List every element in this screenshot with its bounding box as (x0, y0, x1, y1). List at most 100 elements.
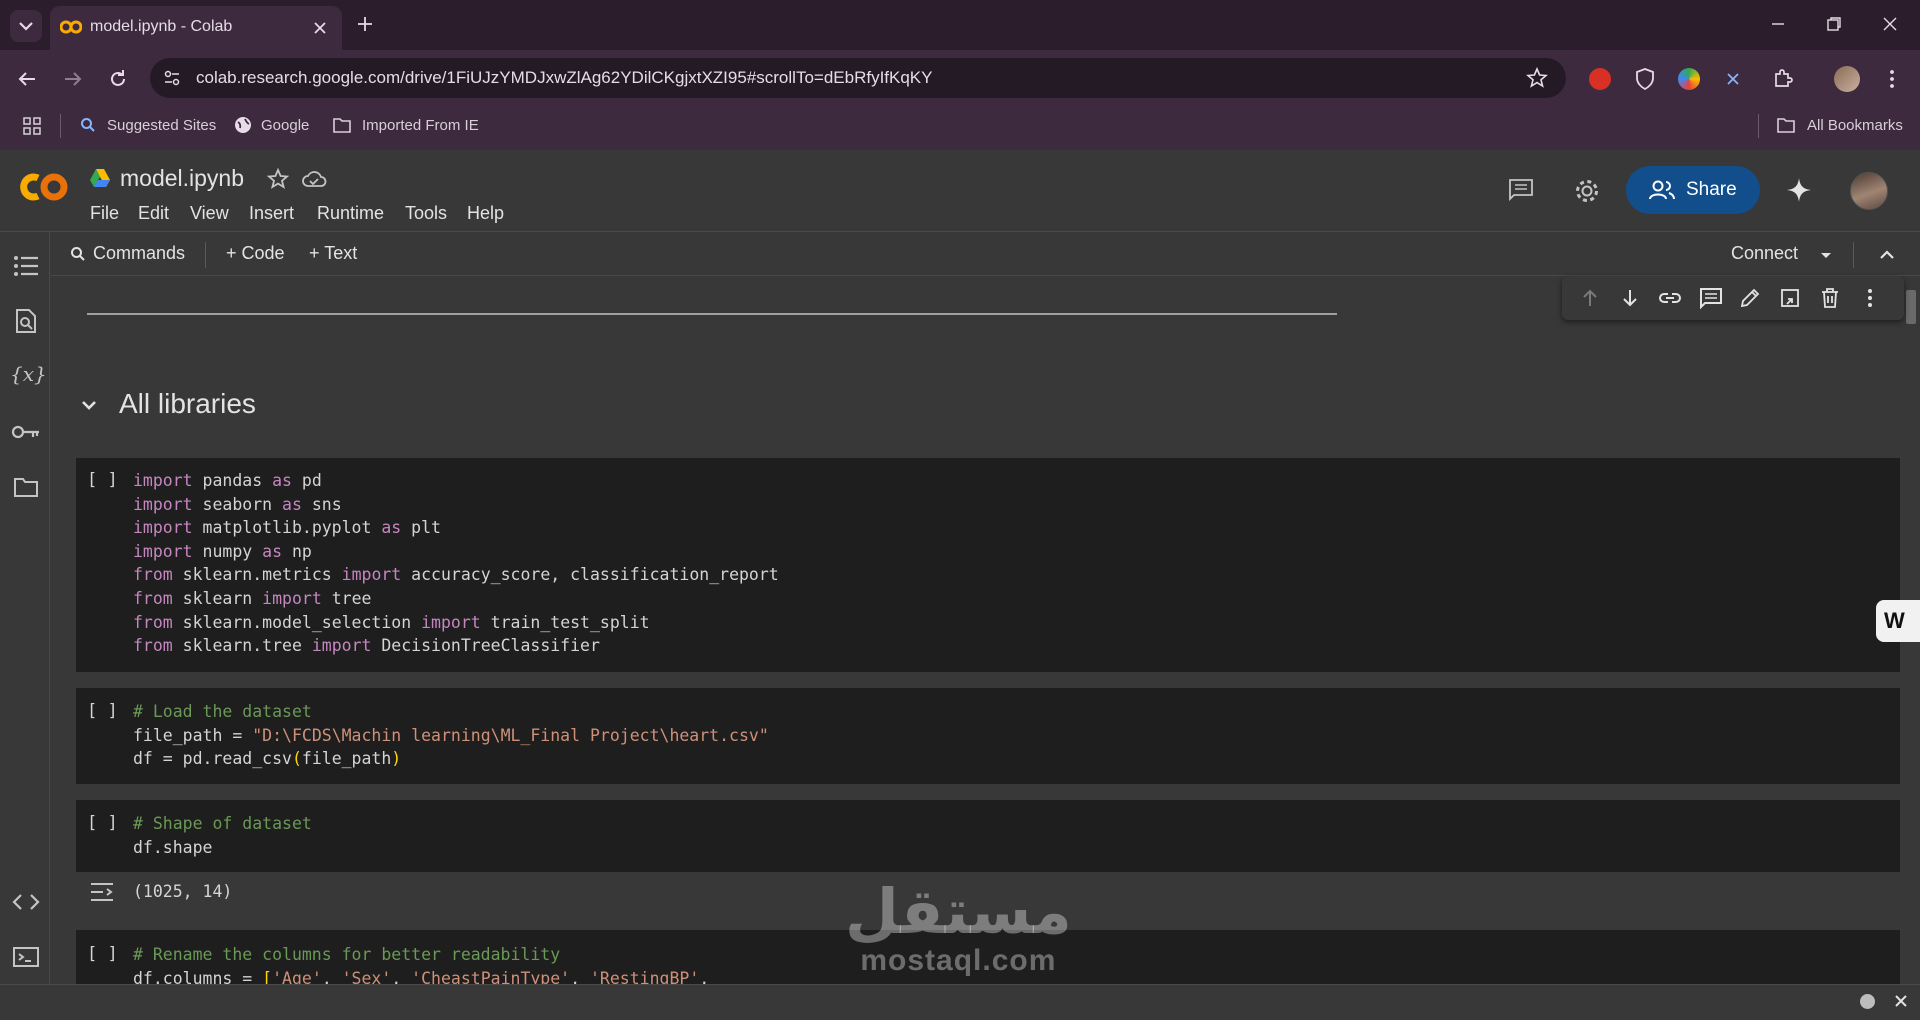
shield-icon[interactable] (1634, 67, 1656, 91)
all-bookmarks[interactable]: All Bookmarks (1807, 117, 1903, 134)
minimize-icon[interactable] (1768, 14, 1788, 34)
bookmark-suggested-sites[interactable]: Suggested Sites (107, 117, 216, 134)
menu-tools[interactable]: Tools (405, 203, 447, 224)
left-sidebar (0, 232, 50, 984)
mirror-cell-icon[interactable] (1779, 287, 1801, 309)
secrets-key-icon[interactable] (11, 423, 41, 441)
watermark: مستقل mostaql.com (845, 880, 1072, 978)
bookmark-google[interactable]: Google (261, 117, 309, 134)
code-editor[interactable]: # Load the dataset file_path = "D:\FCDS\… (133, 700, 769, 771)
table-of-contents-icon[interactable] (13, 255, 39, 277)
connect-button[interactable]: Connect (1731, 243, 1798, 264)
code-editor[interactable]: # Rename the columns for better readabil… (133, 943, 709, 984)
restore-icon[interactable] (1824, 14, 1844, 34)
more-options-icon[interactable] (1865, 287, 1875, 309)
tab-search-button[interactable] (10, 10, 42, 42)
menu-edit[interactable]: Edit (138, 203, 169, 224)
status-bar (0, 984, 1920, 1020)
close-status-icon[interactable] (1893, 993, 1909, 1009)
files-folder-icon[interactable] (13, 476, 39, 498)
reload-icon[interactable] (107, 68, 129, 90)
bookmarks-divider (60, 114, 61, 138)
output-toggle-icon[interactable] (89, 881, 115, 903)
browser-tab[interactable]: model.ipynb - Colab (50, 6, 342, 50)
forward-icon[interactable] (62, 68, 84, 90)
colab-logo-icon (20, 173, 68, 201)
menu-view[interactable]: View (190, 203, 229, 224)
comments-icon[interactable] (1508, 178, 1534, 202)
share-label: Share (1686, 179, 1737, 200)
bookmark-imported-from-ie[interactable]: Imported From IE (362, 117, 479, 134)
run-cell-marker[interactable]: [ ] (87, 813, 118, 833)
extension-x-icon[interactable] (1724, 70, 1742, 88)
menu-file[interactable]: File (90, 203, 119, 224)
scrollbar-thumb[interactable] (1906, 290, 1916, 324)
menu-help[interactable]: Help (467, 203, 504, 224)
share-button[interactable]: Share (1626, 166, 1760, 214)
folder-icon (1777, 118, 1795, 133)
colab-logo[interactable] (16, 168, 70, 206)
run-cell-marker[interactable]: [ ] (87, 470, 118, 490)
add-text-button[interactable]: + Text (309, 243, 357, 264)
code-editor[interactable]: # Shape of dataset df.shape (133, 812, 312, 859)
browser-menu-icon[interactable] (1882, 68, 1902, 90)
close-tab-icon[interactable] (310, 18, 330, 38)
chevron-down-icon (19, 22, 33, 31)
code-editor[interactable]: import pandas as pd import seaborn as sn… (133, 469, 779, 658)
code-snippets-icon[interactable] (12, 892, 40, 912)
site-info-icon[interactable] (162, 68, 182, 88)
cloud-saved-icon[interactable] (301, 169, 327, 189)
people-icon (1649, 180, 1675, 200)
google-drive-icon (90, 169, 110, 187)
command-divider (205, 242, 206, 268)
find-icon[interactable] (14, 308, 38, 334)
comment-icon[interactable] (1699, 287, 1723, 309)
search-icon (71, 247, 85, 261)
horizontal-rule (87, 313, 1337, 315)
bookmarks-divider (1758, 114, 1759, 138)
extension-red-icon[interactable] (1589, 68, 1611, 90)
extensions-puzzle-icon[interactable] (1771, 67, 1795, 91)
back-icon[interactable] (16, 68, 38, 90)
menu-insert[interactable]: Insert (249, 203, 294, 224)
code-cell[interactable] (76, 800, 1900, 872)
colab-favicon-icon (60, 20, 82, 34)
notebook-title[interactable]: model.ipynb (120, 165, 244, 192)
new-tab-icon[interactable] (355, 14, 375, 34)
delete-trash-icon[interactable] (1820, 287, 1840, 309)
tab-title: model.ipynb - Colab (90, 18, 233, 35)
bookmark-star-icon[interactable] (1526, 67, 1548, 89)
address-bar[interactable]: colab.research.google.com/drive/1FiUJzYM… (150, 58, 1566, 98)
terminal-icon[interactable] (12, 946, 40, 968)
apps-grid-icon[interactable] (22, 116, 42, 136)
menu-runtime[interactable]: Runtime (317, 203, 384, 224)
collapse-header-icon[interactable] (1876, 244, 1898, 266)
status-indicator-icon (1860, 994, 1875, 1009)
star-icon[interactable] (267, 168, 289, 190)
run-cell-marker[interactable]: [ ] (87, 944, 118, 964)
gemini-sparkle-icon[interactable] (1786, 177, 1812, 203)
move-cell-up-icon[interactable] (1579, 287, 1601, 309)
user-avatar[interactable] (1850, 172, 1888, 210)
globe-icon (235, 117, 251, 133)
add-code-button[interactable]: + Code (226, 243, 285, 264)
command-divider (1853, 242, 1854, 268)
folder-icon (333, 118, 351, 133)
variables-icon[interactable]: {x} (10, 362, 47, 386)
close-window-icon[interactable] (1880, 14, 1900, 34)
url-text: colab.research.google.com/drive/1FiUJzYM… (196, 68, 933, 87)
commands-button[interactable]: Commands (93, 243, 185, 264)
connect-dropdown-icon[interactable] (1816, 245, 1836, 265)
link-icon[interactable] (1658, 287, 1682, 309)
watermark-arabic: مستقل (845, 875, 1072, 948)
section-collapse-icon[interactable] (78, 394, 100, 416)
extension-colorful-icon[interactable] (1678, 68, 1700, 90)
search-icon (81, 118, 95, 132)
edit-pencil-icon[interactable] (1739, 287, 1761, 309)
settings-gear-icon[interactable] (1573, 177, 1601, 205)
watermark-latin: mostaql.com (860, 944, 1057, 977)
run-cell-marker[interactable]: [ ] (87, 701, 118, 721)
side-widget-button[interactable]: W (1876, 600, 1920, 642)
move-cell-down-icon[interactable] (1619, 287, 1641, 309)
profile-avatar[interactable] (1834, 66, 1860, 92)
